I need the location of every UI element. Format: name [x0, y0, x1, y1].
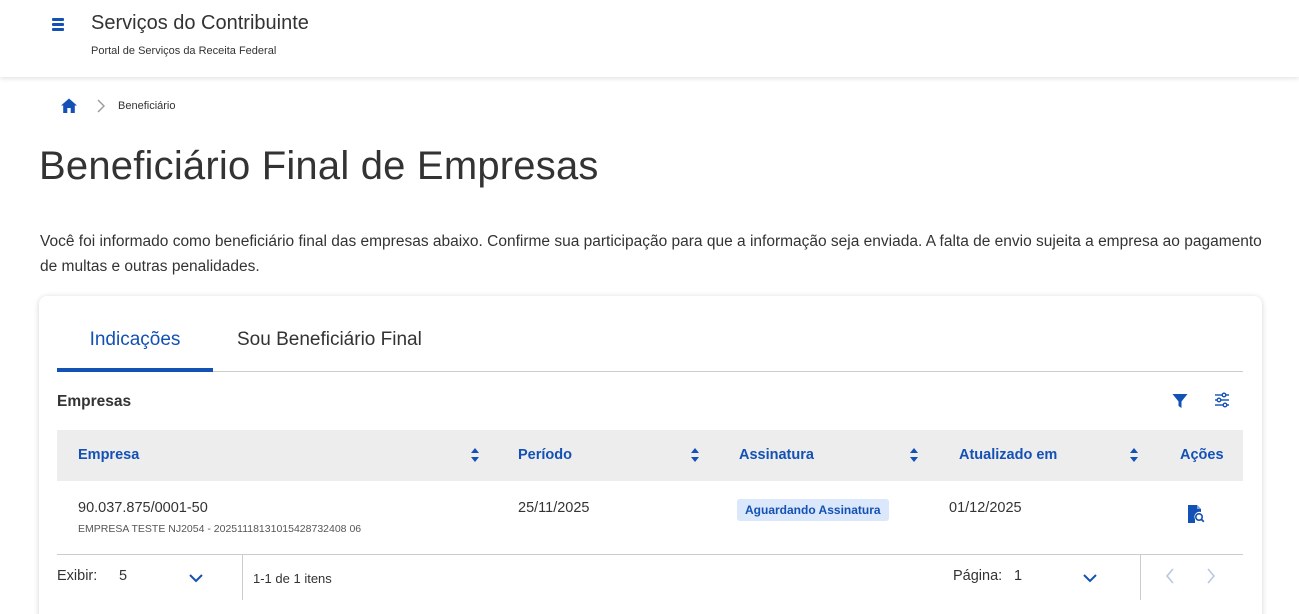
- cell-cnpj: 90.037.875/0001-50: [78, 500, 208, 516]
- divider: [1140, 555, 1141, 600]
- tab-sou-beneficiario-final[interactable]: Sou Beneficiário Final: [237, 324, 422, 371]
- next-page-icon[interactable]: [1205, 567, 1217, 585]
- sliders-icon[interactable]: [1214, 392, 1230, 408]
- app-title: Serviços do Contribuinte: [91, 12, 309, 34]
- table-header: Empresa Período Assinatura Atualizado em…: [57, 430, 1243, 481]
- page-label: Página:: [953, 568, 1003, 584]
- items-per-page-label: Exibir:: [57, 568, 98, 584]
- view-document-icon[interactable]: [1187, 504, 1205, 524]
- cell-periodo: 25/11/2025: [518, 500, 590, 516]
- cell-atualizado: 01/12/2025: [949, 500, 1022, 516]
- column-header-periodo: Período: [518, 447, 572, 463]
- column-header-acoes: Ações: [1180, 447, 1224, 463]
- items-range: 1-1 de 1 itens: [253, 571, 332, 586]
- table-title: Empresas: [57, 393, 132, 410]
- home-icon[interactable]: [60, 97, 78, 115]
- status-badge: Aguardando Assinatura: [737, 499, 889, 521]
- items-per-page-value[interactable]: 5: [119, 568, 127, 584]
- tab-indicacoes[interactable]: Indicações: [57, 324, 213, 372]
- sort-icon[interactable]: [470, 447, 480, 463]
- previous-page-icon[interactable]: [1164, 567, 1176, 585]
- filter-icon[interactable]: [1172, 393, 1188, 409]
- table-row: 90.037.875/0001-50 EMPRESA TESTE NJ2054 …: [57, 481, 1243, 555]
- breadcrumb-current: Beneficiário: [118, 100, 176, 112]
- tab-bar: Indicações Sou Beneficiário Final: [57, 324, 1243, 372]
- breadcrumb: Beneficiário: [60, 96, 175, 116]
- sort-icon[interactable]: [1129, 447, 1139, 463]
- page-description: Você foi informado como beneficiário fin…: [40, 233, 1262, 275]
- page-title: Beneficiário Final de Empresas: [39, 144, 599, 188]
- column-header-assinatura: Assinatura: [739, 447, 814, 463]
- companies-card: Indicações Sou Beneficiário Final Empres…: [39, 296, 1262, 614]
- sort-icon[interactable]: [909, 447, 919, 463]
- chevron-down-icon[interactable]: [1082, 573, 1098, 583]
- app-header: Serviços do Contribuinte Portal de Servi…: [0, 0, 1299, 77]
- page-value[interactable]: 1: [1014, 568, 1022, 584]
- column-header-empresa: Empresa: [78, 447, 140, 463]
- hamburger-menu-icon[interactable]: [47, 14, 69, 34]
- column-header-atualizado: Atualizado em: [959, 447, 1058, 463]
- app-subtitle: Portal de Serviços da Receita Federal: [91, 45, 277, 57]
- chevron-down-icon[interactable]: [188, 573, 204, 583]
- chevron-right-icon: [97, 99, 105, 113]
- divider: [242, 555, 243, 600]
- sort-icon[interactable]: [690, 447, 700, 463]
- pagination-bar: Exibir: 5 1-1 de 1 itens Página: 1: [57, 555, 1243, 600]
- cell-empresa-detail: EMPRESA TESTE NJ2054 - 20251118131015428…: [78, 523, 362, 535]
